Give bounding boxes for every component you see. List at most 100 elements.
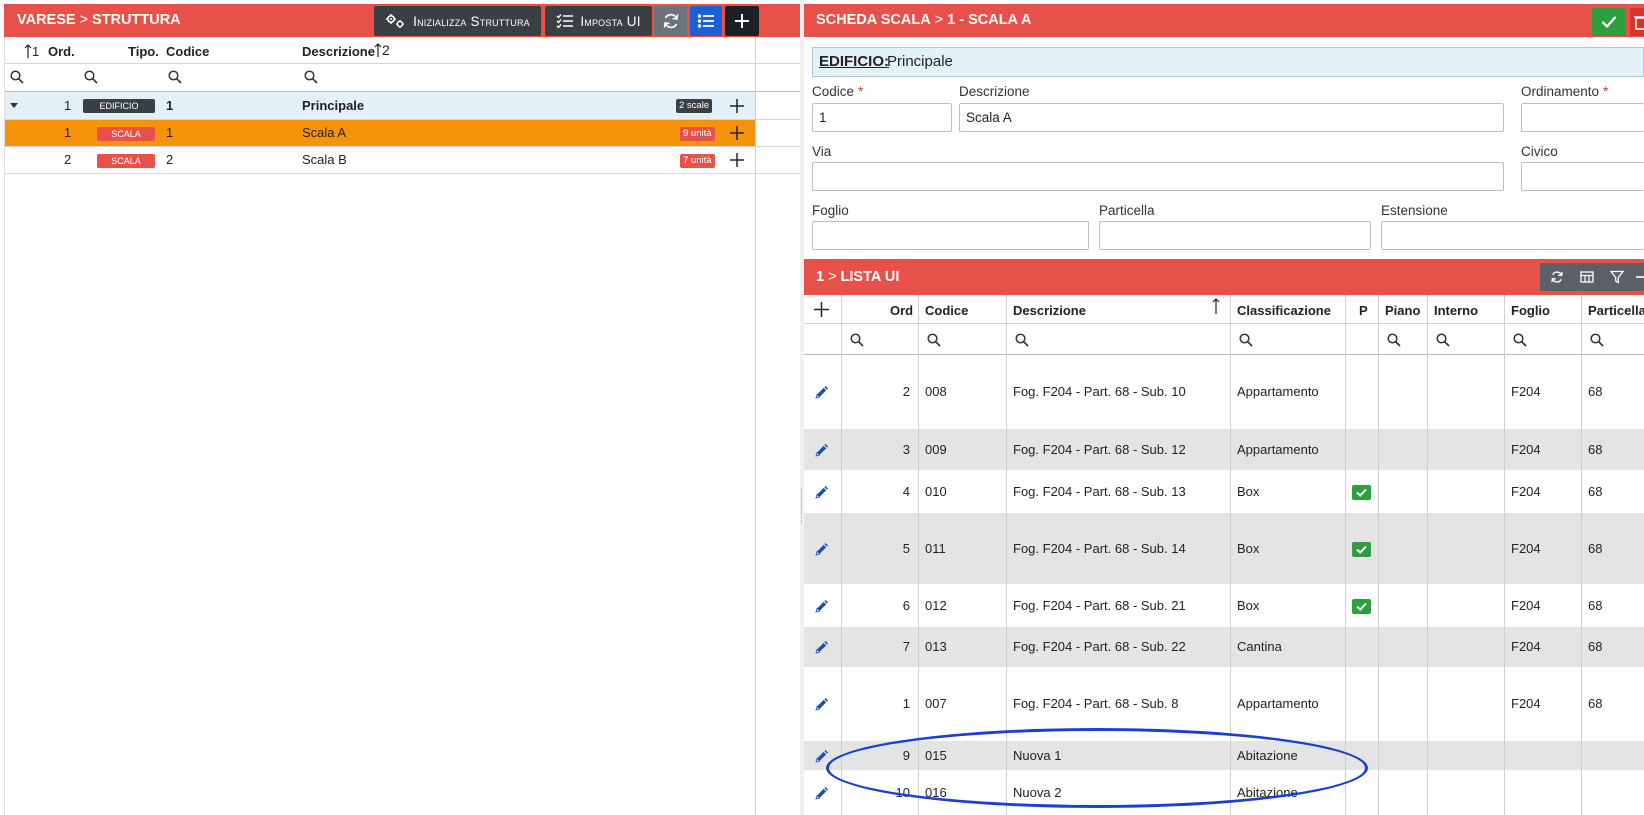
imposta-label: Imposta UI: [580, 13, 641, 29]
add-child-icon[interactable]: [730, 99, 744, 113]
add-child-icon[interactable]: [730, 153, 744, 167]
col-p[interactable]: P: [1359, 303, 1368, 318]
descrizione-field[interactable]: Scala A: [959, 103, 1504, 132]
splitter-grip[interactable]: [801, 488, 803, 523]
ordinamento-field[interactable]: [1521, 103, 1644, 132]
scheda-header: SCHEDA SCALA >1 - SCALA A: [804, 4, 1644, 37]
cell-codice: 011: [925, 541, 946, 556]
count-badge: 9 unità: [680, 127, 715, 141]
col-tipo[interactable]: Tipo.: [128, 44, 159, 59]
p-checkbox-checked-icon[interactable]: [1352, 599, 1371, 614]
refresh-button[interactable]: [654, 6, 687, 36]
edit-pencil-icon[interactable]: [814, 639, 830, 655]
tree-row-scala-a[interactable]: 1 SCALA 1 Scala A 9 unità: [4, 120, 755, 146]
checklist-icon: [556, 13, 574, 29]
search-icon[interactable]: [1590, 333, 1604, 347]
search-icon[interactable]: [1239, 333, 1253, 347]
cell-foglio: F204: [1511, 384, 1541, 399]
search-icon[interactable]: [1387, 333, 1401, 347]
list-view-button[interactable]: [690, 6, 722, 36]
col-interno[interactable]: Interno: [1434, 303, 1478, 318]
ord-sort-indicator: 1: [24, 44, 39, 59]
tree-row-scala-b[interactable]: 2 SCALA 2 Scala B 7 unità: [4, 147, 755, 173]
col-codice[interactable]: Codice: [166, 44, 209, 59]
add-button[interactable]: [725, 6, 759, 36]
lista-breadcrumb-current: LISTA UI: [840, 269, 900, 285]
table-row[interactable]: 6 012 Fog. F204 - Part. 68 - Sub. 21 Box F20…: [804, 584, 1644, 627]
cell-foglio: F204: [1511, 598, 1541, 613]
ord-sort-order: 1: [32, 44, 40, 59]
particella-field[interactable]: [1099, 221, 1371, 250]
via-field[interactable]: [812, 162, 1504, 191]
cell-ord: 3: [902, 442, 910, 457]
table-row[interactable]: 5 011 Fog. F204 - Part. 68 - Sub. 14 Box F20…: [804, 513, 1644, 584]
search-icon[interactable]: [84, 70, 98, 84]
table-row[interactable]: 10 016 Nuova 2 Abitazione: [804, 770, 1644, 815]
cell-classificazione: Box: [1237, 541, 1260, 556]
tipo-badge: SCALA: [97, 127, 155, 141]
search-icon[interactable]: [10, 70, 24, 84]
search-icon[interactable]: [304, 70, 318, 84]
table-row[interactable]: 9 015 Nuova 1 Abitazione: [804, 741, 1644, 770]
cell-foglio: F204: [1511, 639, 1541, 654]
civico-label: Civico: [1521, 144, 1558, 159]
edificio-info: EDIFICIO: Principale: [812, 47, 1644, 77]
col-piano[interactable]: Piano: [1385, 303, 1420, 318]
table-row[interactable]: 7 013 Fog. F204 - Part. 68 - Sub. 22 Cantin…: [804, 627, 1644, 667]
edit-pencil-icon[interactable]: [814, 748, 830, 764]
edit-pencil-icon[interactable]: [814, 484, 830, 500]
cell-foglio: F204: [1511, 484, 1541, 499]
search-icon[interactable]: [1015, 333, 1029, 347]
p-checkbox-checked-icon[interactable]: [1352, 485, 1371, 500]
add-row-icon[interactable]: [814, 302, 829, 317]
civico-field[interactable]: [1521, 162, 1644, 191]
col-codice[interactable]: Codice: [925, 303, 968, 318]
table-row[interactable]: 4 010 Fog. F204 - Part. 68 - Sub. 13 Box F20…: [804, 470, 1644, 513]
refresh-icon[interactable]: [1550, 270, 1564, 284]
edit-pencil-icon[interactable]: [814, 785, 830, 801]
p-checkbox-checked-icon[interactable]: [1352, 542, 1371, 557]
delete-button[interactable]: [1630, 8, 1644, 36]
table-row[interactable]: 2 008 Fog. F204 - Part. 68 - Sub. 10 Appart…: [804, 355, 1644, 429]
search-icon[interactable]: [168, 70, 182, 84]
breadcrumb-root[interactable]: VARESE: [17, 12, 76, 28]
col-ord[interactable]: Ord.: [48, 44, 75, 59]
more-icon[interactable]: [1634, 270, 1644, 284]
col-particella[interactable]: Particella: [1588, 303, 1644, 318]
edit-pencil-icon[interactable]: [814, 384, 830, 400]
codice-field[interactable]: 1: [812, 103, 952, 132]
breadcrumb-root[interactable]: SCHEDA SCALA: [816, 12, 931, 28]
imposta-ui-button[interactable]: Imposta UI: [545, 6, 652, 36]
edit-pencil-icon[interactable]: [814, 442, 830, 458]
tree-row-edificio[interactable]: 1 EDIFICIO 1 Principale 2 scale: [4, 92, 755, 119]
search-icon[interactable]: [927, 333, 941, 347]
filter-icon[interactable]: [1610, 270, 1624, 284]
edit-pencil-icon[interactable]: [814, 541, 830, 557]
edit-pencil-icon[interactable]: [814, 598, 830, 614]
cell-codice: 007: [925, 696, 947, 711]
col-ord[interactable]: Ord: [890, 303, 913, 318]
table-row[interactable]: 3 009 Fog. F204 - Part. 68 - Sub. 12 Appart…: [804, 429, 1644, 470]
search-icon[interactable]: [850, 333, 864, 347]
edificio-label[interactable]: EDIFICIO:: [819, 48, 889, 76]
col-descrizione[interactable]: Descrizione: [302, 44, 375, 59]
table-columns-icon[interactable]: [1580, 270, 1594, 284]
lista-breadcrumb-root[interactable]: 1: [816, 269, 824, 285]
col-classificazione[interactable]: Classificazione: [1237, 303, 1331, 318]
cell-ord: 5: [902, 541, 910, 556]
edit-pencil-icon[interactable]: [814, 696, 830, 712]
cell-codice: 015: [925, 748, 947, 763]
search-icon[interactable]: [1513, 333, 1527, 347]
table-row[interactable]: 1 007 Fog. F204 - Part. 68 - Sub. 8 Apparta…: [804, 667, 1644, 741]
caret-down-icon[interactable]: [10, 103, 18, 109]
search-icon[interactable]: [1436, 333, 1450, 347]
cell-ord: 6: [902, 598, 910, 613]
col-foglio[interactable]: Foglio: [1511, 303, 1550, 318]
save-button[interactable]: [1592, 8, 1626, 36]
estensione-field[interactable]: [1381, 221, 1644, 250]
add-child-icon[interactable]: [730, 126, 744, 140]
col-descrizione[interactable]: Descrizione: [1013, 303, 1086, 318]
foglio-field[interactable]: [812, 221, 1089, 250]
cell-particella: 68: [1588, 598, 1603, 613]
inizializza-struttura-button[interactable]: Inizializza Struttura: [374, 6, 541, 36]
